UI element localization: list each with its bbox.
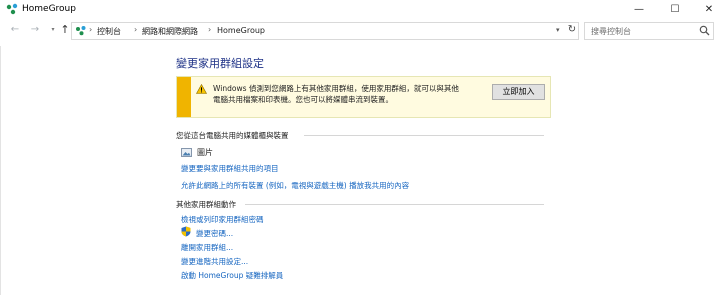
breadcrumb-separator: › <box>89 25 93 34</box>
breadcrumb-homegroup[interactable]: HomeGroup <box>217 26 265 35</box>
homegroup-icon <box>6 3 18 15</box>
address-dropdown-chevron-icon[interactable]: ▾ <box>556 26 560 34</box>
picture-icon <box>181 148 192 157</box>
section-divider <box>304 135 544 136</box>
breadcrumb-separator[interactable]: › <box>134 25 137 34</box>
shared-libraries-section-title: 您從這台電腦共用的媒體櫃與裝置 <box>176 131 289 140</box>
breadcrumb-separator[interactable]: › <box>208 25 211 34</box>
up-arrow-icon[interactable]: ↑ <box>58 23 72 37</box>
homegroup-detected-banner: Windows 偵測到您網路上有其他家用群組，使用家用群組，就可以與其他電腦共用… <box>176 76 551 118</box>
navigation-pane-border <box>0 46 1 295</box>
search-icon[interactable] <box>699 25 710 36</box>
join-now-button[interactable]: 立即加入 <box>492 84 545 100</box>
other-actions-section-title: 其他家用群組動作 <box>176 200 236 209</box>
change-shared-items-link[interactable]: 變更要與家用群組共用的項目 <box>181 163 279 174</box>
search-placeholder: 搜尋控制台 <box>591 27 631 36</box>
control-panel-homegroup-icon <box>76 26 86 36</box>
refresh-icon[interactable]: ↻ <box>566 24 578 35</box>
close-button[interactable]: ✕ <box>694 0 720 19</box>
advanced-sharing-settings-link[interactable]: 變更進階共用設定... <box>181 256 248 267</box>
uac-shield-icon <box>181 226 191 237</box>
address-row: ← → ▾ ↑ › 控制台 › 網路和網際網路 › HomeGroup ▾ ↻ … <box>0 20 720 41</box>
banner-accent-strip <box>177 77 191 117</box>
maximize-button[interactable]: ☐ <box>660 0 690 19</box>
back-arrow-icon[interactable]: ← <box>8 23 22 37</box>
breadcrumb-control-panel[interactable]: 控制台 <box>97 26 121 37</box>
shared-item-pictures: 圖片 <box>197 148 213 157</box>
window-title: HomeGroup <box>22 4 76 14</box>
search-box[interactable]: 搜尋控制台 <box>584 22 714 40</box>
leave-homegroup-link[interactable]: 離開家用群組... <box>181 242 233 253</box>
section-divider <box>245 204 544 205</box>
forward-arrow-icon[interactable]: → <box>28 23 42 37</box>
page-title: 變更家用群組設定 <box>176 57 264 70</box>
title-bar: HomeGroup — ☐ ✕ <box>0 0 720 19</box>
breadcrumb-network-internet[interactable]: 網路和網際網路 <box>142 26 198 37</box>
address-bar[interactable]: › 控制台 › 網路和網際網路 › HomeGroup ▾ ↻ <box>71 22 579 40</box>
view-print-password-link[interactable]: 檢視或列印家用群組密碼 <box>181 214 264 225</box>
change-password-link[interactable]: 變更密碼... <box>196 228 233 239</box>
allow-devices-stream-link[interactable]: 允許此網路上的所有裝置 (例如，電視與遊戲主機) 播放我共用的內容 <box>181 180 409 191</box>
warning-icon <box>196 84 207 94</box>
banner-message: Windows 偵測到您網路上有其他家用群組，使用家用群組，就可以與其他電腦共用… <box>213 84 459 104</box>
minimize-button[interactable]: — <box>624 0 654 19</box>
homegroup-troubleshooter-link[interactable]: 啟動 HomeGroup 疑難排解員 <box>181 270 283 281</box>
